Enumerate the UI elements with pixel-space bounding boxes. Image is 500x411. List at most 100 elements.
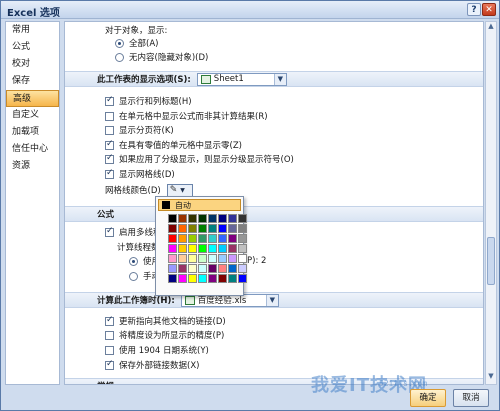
color-swatch[interactable] (188, 224, 197, 233)
color-swatch[interactable] (228, 214, 237, 223)
nav-item-formulas[interactable]: 公式 (6, 39, 59, 56)
multi-thread-row[interactable]: 启用多线程 (105, 225, 162, 239)
color-swatch[interactable] (188, 274, 197, 283)
color-swatch[interactable] (208, 244, 217, 253)
color-swatch[interactable] (198, 234, 207, 243)
color-swatch[interactable] (168, 224, 177, 233)
option-row[interactable]: 使用 1904 日期系统(Y) (105, 343, 209, 357)
color-swatch[interactable] (218, 264, 227, 273)
nav-item-advanced[interactable]: 高级 (6, 90, 59, 107)
ok-button[interactable]: 确定 (410, 389, 446, 407)
scroll-down-icon[interactable]: ▼ (486, 372, 496, 384)
color-swatch[interactable] (168, 214, 177, 223)
date-1904-checkbox[interactable] (105, 345, 114, 355)
color-swatch[interactable] (218, 214, 227, 223)
color-swatch[interactable] (238, 264, 247, 273)
color-swatch[interactable] (178, 244, 187, 253)
option-row[interactable]: 显示网格线(D) (105, 167, 175, 181)
color-swatch[interactable] (228, 274, 237, 283)
color-swatch[interactable] (208, 214, 217, 223)
color-swatch[interactable] (208, 264, 217, 273)
color-swatch[interactable] (168, 254, 177, 263)
option-row[interactable]: 在具有零值的单元格中显示零(Z) (105, 138, 242, 152)
objects-all-radio[interactable] (115, 38, 124, 48)
color-swatch[interactable] (178, 224, 187, 233)
color-swatch[interactable] (198, 244, 207, 253)
option-row[interactable]: 保存外部链接数据(X) (105, 358, 199, 372)
color-swatch[interactable] (188, 264, 197, 273)
color-swatch[interactable] (208, 234, 217, 243)
option-row[interactable]: 将精度设为所显示的精度(P) (105, 328, 224, 342)
color-swatch[interactable] (238, 244, 247, 253)
close-button[interactable]: ✕ (482, 3, 496, 16)
color-swatch[interactable] (168, 244, 177, 253)
color-swatch[interactable] (228, 254, 237, 263)
color-swatch[interactable] (168, 234, 177, 243)
option-row[interactable]: 在单元格中显示公式而非其计算结果(R) (105, 109, 268, 123)
nav-item-addins[interactable]: 加载项 (6, 124, 59, 141)
color-swatch[interactable] (228, 264, 237, 273)
objects-none-radio[interactable] (115, 52, 124, 62)
nav-item-customize[interactable]: 自定义 (6, 107, 59, 124)
color-swatch[interactable] (188, 254, 197, 263)
color-swatch[interactable] (178, 214, 187, 223)
option-row[interactable]: 显示行和列标题(H) (105, 94, 192, 108)
color-swatch[interactable] (208, 274, 217, 283)
color-swatch[interactable] (228, 234, 237, 243)
manual-radio[interactable] (129, 271, 138, 281)
objects-all-row[interactable]: 全部(A) (115, 36, 158, 50)
scroll-up-icon[interactable]: ▲ (486, 22, 496, 34)
option-row[interactable]: 显示分页符(K) (105, 123, 174, 137)
color-swatch[interactable] (218, 274, 227, 283)
color-swatch[interactable] (218, 234, 227, 243)
show-headers-checkbox[interactable] (105, 95, 114, 106)
gridline-color-button[interactable]: ✎ ▼ (166, 183, 193, 197)
color-swatch[interactable] (238, 274, 247, 283)
automatic-color-option[interactable]: 自动 (158, 199, 241, 211)
color-swatch[interactable] (198, 264, 207, 273)
cancel-button[interactable]: 取消 (453, 389, 489, 407)
color-swatch[interactable] (168, 264, 177, 273)
color-swatch[interactable] (198, 224, 207, 233)
color-swatch[interactable] (238, 254, 247, 263)
show-gridlines-checkbox[interactable] (105, 168, 114, 179)
nav-item-proofing[interactable]: 校对 (6, 56, 59, 73)
save-external-links-checkbox[interactable] (105, 359, 114, 370)
color-swatch[interactable] (238, 234, 247, 243)
color-swatch[interactable] (198, 214, 207, 223)
option-row[interactable]: 如果应用了分级显示，则显示分级显示符号(O) (105, 152, 294, 166)
color-swatch[interactable] (218, 224, 227, 233)
scroll-thumb[interactable] (487, 237, 495, 285)
color-swatch[interactable] (228, 244, 237, 253)
color-swatch[interactable] (188, 244, 197, 253)
color-swatch[interactable] (188, 214, 197, 223)
update-links-checkbox[interactable] (105, 315, 114, 326)
option-row[interactable]: 更新指向其他文档的链接(D) (105, 314, 226, 328)
color-swatch[interactable] (208, 224, 217, 233)
color-swatch[interactable] (238, 224, 247, 233)
color-swatch[interactable] (188, 234, 197, 243)
color-swatch[interactable] (198, 274, 207, 283)
multi-thread-checkbox[interactable] (105, 226, 114, 237)
show-formulas-checkbox[interactable] (105, 111, 114, 121)
use-all-radio[interactable] (129, 256, 138, 266)
color-swatch[interactable] (178, 254, 187, 263)
show-page-breaks-checkbox[interactable] (105, 125, 114, 135)
nav-item-common[interactable]: 常用 (6, 22, 59, 39)
nav-item-resources[interactable]: 资源 (6, 158, 59, 175)
color-swatch[interactable] (208, 254, 217, 263)
sheet-select[interactable]: Sheet1 ▼ (196, 72, 287, 86)
color-swatch[interactable] (178, 234, 187, 243)
color-swatch[interactable] (228, 224, 237, 233)
show-zeros-checkbox[interactable] (105, 139, 114, 150)
color-swatch[interactable] (178, 274, 187, 283)
color-swatch[interactable] (218, 244, 227, 253)
objects-none-row[interactable]: 无内容(隐藏对象)(D) (115, 50, 208, 64)
color-swatch[interactable] (198, 254, 207, 263)
color-swatch[interactable] (238, 214, 247, 223)
nav-item-save[interactable]: 保存 (6, 73, 59, 90)
nav-item-trust-center[interactable]: 信任中心 (6, 141, 59, 158)
vertical-scrollbar[interactable]: ▲ ▼ (485, 21, 497, 385)
precision-checkbox[interactable] (105, 330, 114, 340)
color-swatch[interactable] (178, 264, 187, 273)
